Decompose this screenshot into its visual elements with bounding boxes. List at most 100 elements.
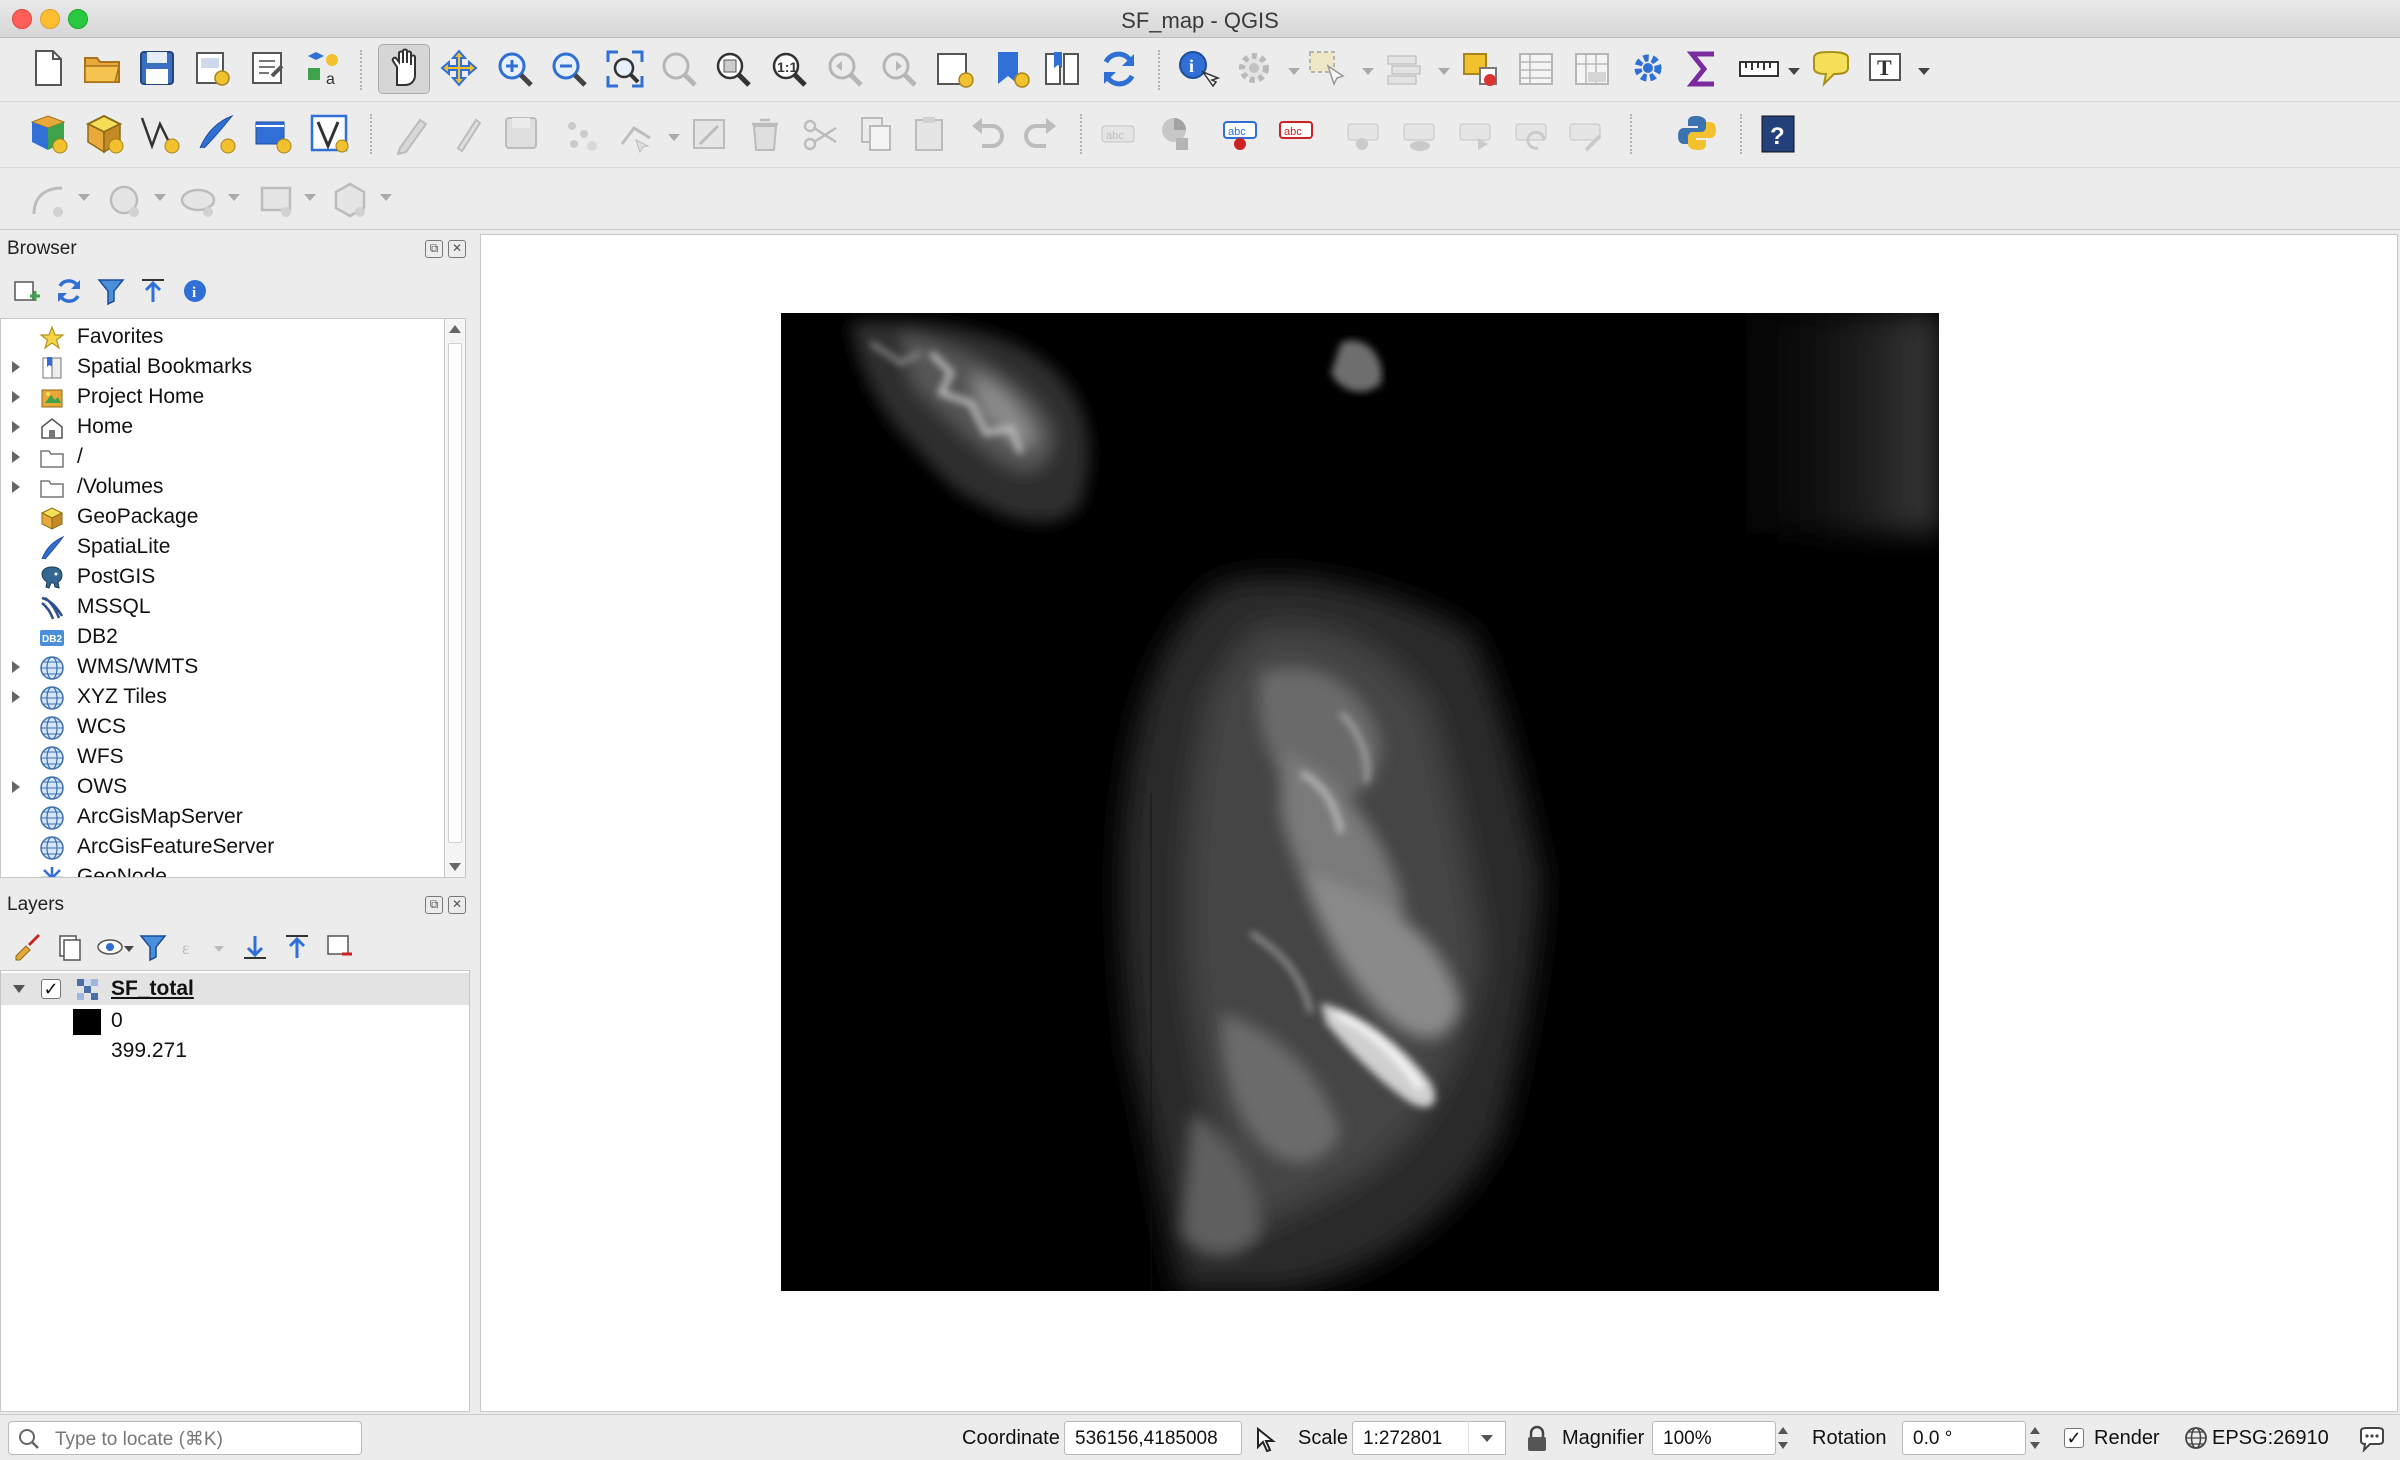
- processing-toolbox-icon[interactable]: [1628, 48, 1670, 94]
- pan-map-icon[interactable]: [378, 44, 430, 94]
- browser-item-arcgismapserver[interactable]: ArcGisMapServer: [1, 802, 441, 832]
- expand-arrow-icon[interactable]: [12, 421, 20, 433]
- messages-icon[interactable]: [2358, 1425, 2386, 1459]
- toggle-extents-mouse-display-icon[interactable]: [1250, 1425, 1276, 1459]
- toggle-display-of-unplaced-labels-icon[interactable]: abc: [1276, 112, 1320, 158]
- browser-item-wms-wmts[interactable]: WMS/WMTS: [1, 652, 441, 682]
- move-label-icon[interactable]: [1456, 114, 1498, 160]
- scroll-down-arrow-icon[interactable]: [449, 863, 461, 871]
- browser-scrollbar[interactable]: [444, 318, 466, 878]
- expand-arrow-icon[interactable]: [12, 661, 20, 673]
- add-regular-polygon-icon[interactable]: [330, 180, 372, 226]
- open-project-icon[interactable]: [82, 48, 122, 94]
- help-contents-icon[interactable]: ?: [1760, 114, 1796, 160]
- coordinate-field[interactable]: 536156,4185008: [1064, 1421, 1242, 1455]
- highlight-pinned-labels-icon[interactable]: abc: [1220, 112, 1264, 158]
- zoom-in-icon[interactable]: [494, 48, 536, 94]
- layout-manager-icon[interactable]: [248, 48, 288, 94]
- identify-features-icon[interactable]: i: [1176, 48, 1220, 94]
- expand-arrow-icon[interactable]: [12, 361, 20, 373]
- lock-scale-icon[interactable]: [1526, 1425, 1548, 1459]
- zoom-full-icon[interactable]: [604, 48, 646, 94]
- locator-search-input[interactable]: Type to locate (⌘K): [8, 1421, 362, 1455]
- zoom-next-icon[interactable]: [878, 48, 920, 94]
- zoom-to-selection-icon[interactable]: [658, 48, 700, 94]
- layer-diagram-options-icon[interactable]: [1154, 112, 1196, 158]
- show-spatial-bookmarks-icon[interactable]: [1042, 48, 1084, 94]
- browser-refresh-icon[interactable]: [54, 276, 84, 322]
- refresh-icon[interactable]: [1098, 48, 1140, 94]
- pan-to-selection-icon[interactable]: [438, 48, 480, 94]
- style-manager-icon[interactable]: a: [302, 48, 342, 94]
- browser-item-project-home[interactable]: Project Home: [1, 382, 441, 412]
- rotation-spinner[interactable]: [2026, 1421, 2046, 1455]
- browser-item-ows[interactable]: OWS: [1, 772, 441, 802]
- copy-features-icon[interactable]: [856, 114, 898, 160]
- new-spatial-bookmark-icon[interactable]: [990, 48, 1032, 94]
- scrollbar-thumb[interactable]: [448, 343, 462, 843]
- new-shapefile-layer-icon[interactable]: [138, 112, 182, 158]
- browser-item-wcs[interactable]: WCS: [1, 712, 441, 742]
- enable-properties-widget-icon[interactable]: i: [180, 276, 210, 322]
- new-print-layout-icon[interactable]: [192, 48, 232, 94]
- paste-features-icon[interactable]: [910, 114, 952, 160]
- new-temporary-scratch-layer-icon[interactable]: [250, 112, 294, 158]
- expand-arrow-icon[interactable]: [12, 451, 20, 463]
- python-console-icon[interactable]: [1676, 112, 1718, 158]
- zoom-last-icon[interactable]: [824, 48, 866, 94]
- new-spatialite-layer-icon[interactable]: [194, 112, 238, 158]
- map-tips-icon[interactable]: [1810, 48, 1852, 94]
- add-rectangle-icon[interactable]: [256, 180, 298, 226]
- add-circle-icon[interactable]: [104, 180, 146, 226]
- measure-line-icon[interactable]: [1738, 52, 1780, 98]
- new-geopackage-layer-icon[interactable]: [82, 112, 126, 158]
- close-panel-icon[interactable]: ✕: [448, 240, 466, 258]
- select-by-value-icon[interactable]: [1384, 48, 1426, 94]
- change-label-icon[interactable]: [1566, 114, 1608, 160]
- browser-item-mssql[interactable]: MSSQL: [1, 592, 441, 622]
- show-hide-labels-icon[interactable]: [1400, 114, 1442, 160]
- rotate-label-icon[interactable]: [1512, 114, 1554, 160]
- select-features-icon[interactable]: [1306, 48, 1348, 94]
- collapse-all-icon[interactable]: [138, 276, 168, 322]
- layer-labeling-options-icon[interactable]: abc: [1098, 114, 1140, 160]
- browser-item-geonode[interactable]: GeoNode: [1, 862, 441, 877]
- close-layers-panel-icon[interactable]: ✕: [448, 896, 466, 914]
- open-attribute-table-icon[interactable]: [1516, 48, 1558, 94]
- save-layer-edits-icon[interactable]: [502, 114, 544, 160]
- browser-item-favorites[interactable]: Favorites: [1, 322, 441, 352]
- scale-dropdown-button[interactable]: [1468, 1421, 1506, 1455]
- current-edits-icon[interactable]: [392, 114, 434, 160]
- pin-unpin-labels-icon[interactable]: [1344, 114, 1386, 160]
- map-canvas[interactable]: [480, 234, 2398, 1412]
- vertex-tool-icon[interactable]: [616, 114, 658, 160]
- save-project-icon[interactable]: [138, 48, 176, 94]
- cut-features-icon[interactable]: [800, 114, 842, 160]
- browser-item-volumes[interactable]: /Volumes: [1, 472, 441, 502]
- undock-panel-icon[interactable]: ⧉: [425, 240, 443, 258]
- expand-arrow-icon[interactable]: [12, 781, 20, 793]
- new-project-icon[interactable]: [30, 48, 66, 94]
- deselect-all-icon[interactable]: [1460, 48, 1502, 94]
- field-calculator-icon[interactable]: [1572, 48, 1614, 94]
- zoom-out-icon[interactable]: [548, 48, 590, 94]
- text-annotation-icon[interactable]: T: [1866, 48, 1908, 94]
- expand-arrow-icon[interactable]: [12, 391, 20, 403]
- collapse-arrow-icon[interactable]: [13, 985, 25, 993]
- add-ellipse-icon[interactable]: [178, 180, 220, 226]
- browser-item-home[interactable]: Home: [1, 412, 441, 442]
- render-checkbox[interactable]: ✓: [2064, 1428, 2084, 1448]
- expand-arrow-icon[interactable]: [12, 481, 20, 493]
- crs-label[interactable]: EPSG:26910: [2212, 1427, 2329, 1450]
- zoom-native-resolution-icon[interactable]: 1:1: [768, 48, 810, 94]
- browser-filter-icon[interactable]: [96, 276, 126, 322]
- layer-name[interactable]: SF_total: [111, 977, 194, 1001]
- zoom-to-layer-icon[interactable]: [712, 48, 754, 94]
- redo-icon[interactable]: [1020, 114, 1062, 160]
- magnifier-spinner[interactable]: [1774, 1421, 1794, 1455]
- browser-item-xyz-tiles[interactable]: XYZ Tiles: [1, 682, 441, 712]
- run-feature-action-icon[interactable]: [1234, 48, 1276, 94]
- browser-item-wfs[interactable]: WFS: [1, 742, 441, 772]
- undock-layers-panel-icon[interactable]: ⧉: [425, 896, 443, 914]
- delete-selected-icon[interactable]: [744, 114, 786, 160]
